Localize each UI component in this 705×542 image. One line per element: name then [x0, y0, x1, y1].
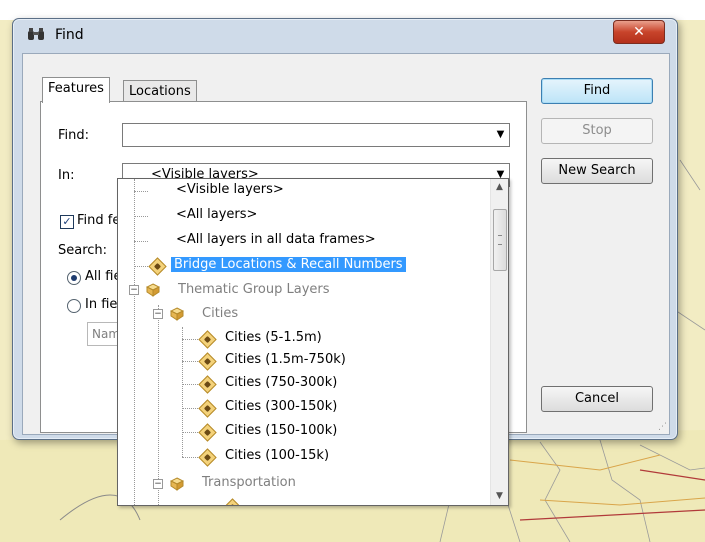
group-layer-icon — [170, 307, 184, 321]
find-features-label: Find fe — [77, 213, 121, 228]
group-layer-icon — [146, 283, 160, 297]
search-label: Search: — [58, 243, 108, 258]
stop-button[interactable]: Stop — [541, 118, 653, 144]
collapse-icon[interactable]: − — [153, 309, 163, 319]
list-item-label: Thematic Group Layers — [178, 282, 330, 297]
list-item-label: Cities (100-15k) — [225, 448, 330, 463]
point-layer-icon — [198, 399, 217, 418]
list-item-label: Cities (150-100k) — [225, 423, 338, 438]
group-layer-icon — [170, 477, 184, 491]
point-layer-icon — [198, 375, 217, 394]
list-item[interactable]: <All layers> — [176, 204, 257, 226]
list-item[interactable]: <All layers in all data frames> — [176, 229, 376, 251]
resize-grip-icon[interactable]: ⋰ — [658, 422, 667, 432]
list-item[interactable]: Cities (150-100k) — [225, 420, 337, 442]
scroll-up-icon[interactable]: ▲ — [491, 179, 508, 196]
point-layer-icon — [148, 257, 167, 276]
close-button[interactable]: ✕ — [613, 20, 665, 44]
in-field-label: In fiel — [85, 297, 122, 312]
tab-features[interactable]: Features — [42, 77, 110, 103]
list-item[interactable]: Cities — [202, 303, 238, 325]
point-layer-icon — [198, 330, 217, 349]
field-name-value: Nam — [92, 327, 121, 341]
list-item-label: Transportation — [202, 475, 296, 490]
in-label: In: — [58, 168, 75, 183]
all-fields-label: All fie — [85, 269, 122, 284]
list-item[interactable]: Thematic Group Layers — [178, 279, 330, 301]
all-fields-radio[interactable] — [67, 271, 81, 285]
find-features-checkbox[interactable]: ✓ — [60, 215, 74, 229]
list-item[interactable]: Cities (5-1.5m) — [225, 327, 322, 349]
close-icon: ✕ — [633, 24, 645, 40]
list-item[interactable]: Transportation — [202, 472, 296, 494]
list-item-label: Cities (300-150k) — [225, 399, 338, 414]
tab-locations[interactable]: Locations — [123, 80, 197, 103]
in-field-radio[interactable] — [67, 299, 81, 313]
point-layer-icon — [198, 352, 217, 371]
dropdown-scrollbar[interactable]: ▲ ▼ — [490, 179, 508, 505]
find-combobox[interactable]: ▼ — [122, 123, 510, 147]
window-title: Find — [55, 27, 84, 43]
list-item[interactable]: Cities (1.5m-750k) — [225, 349, 346, 371]
list-item-label: <All layers> — [176, 207, 258, 222]
list-item-label: Cities (5-1.5m) — [225, 330, 322, 345]
scroll-thumb[interactable] — [493, 209, 507, 271]
list-item-label: Cities (750-300k) — [225, 375, 338, 390]
list-item-label: Cities — [202, 306, 239, 321]
new-search-button[interactable]: New Search — [541, 158, 653, 184]
layer-dropdown-list[interactable]: <Visible layers> <All layers> <All layer… — [117, 178, 509, 506]
list-item-label: <Visible layers> — [176, 182, 284, 197]
list-item[interactable]: Cities (100-15k) — [225, 445, 329, 467]
list-item-label: Bridge Locations & Recall Numbers — [170, 256, 407, 273]
point-layer-icon — [223, 498, 242, 505]
chevron-down-icon[interactable]: ▼ — [492, 124, 509, 146]
find-button[interactable]: Find — [541, 78, 653, 104]
list-item[interactable]: <Visible layers> — [176, 179, 284, 201]
list-item-label: <All layers in all data frames> — [176, 232, 376, 247]
collapse-icon[interactable]: − — [129, 285, 139, 295]
point-layer-icon — [198, 448, 217, 467]
scroll-down-icon[interactable]: ▼ — [491, 488, 508, 505]
list-item[interactable]: Cities (750-300k) — [225, 372, 337, 394]
title-bar[interactable]: Find ✕ — [13, 19, 677, 49]
point-layer-icon — [198, 423, 217, 442]
list-item[interactable]: Cities (300-150k) — [225, 396, 337, 418]
list-item-label: Cities (1.5m-750k) — [225, 352, 346, 367]
binoculars-icon — [27, 27, 45, 45]
list-item-selected[interactable]: Bridge Locations & Recall Numbers — [170, 254, 407, 276]
cancel-button[interactable]: Cancel — [541, 386, 653, 412]
collapse-icon[interactable]: − — [153, 479, 163, 489]
find-label: Find: — [58, 128, 90, 143]
